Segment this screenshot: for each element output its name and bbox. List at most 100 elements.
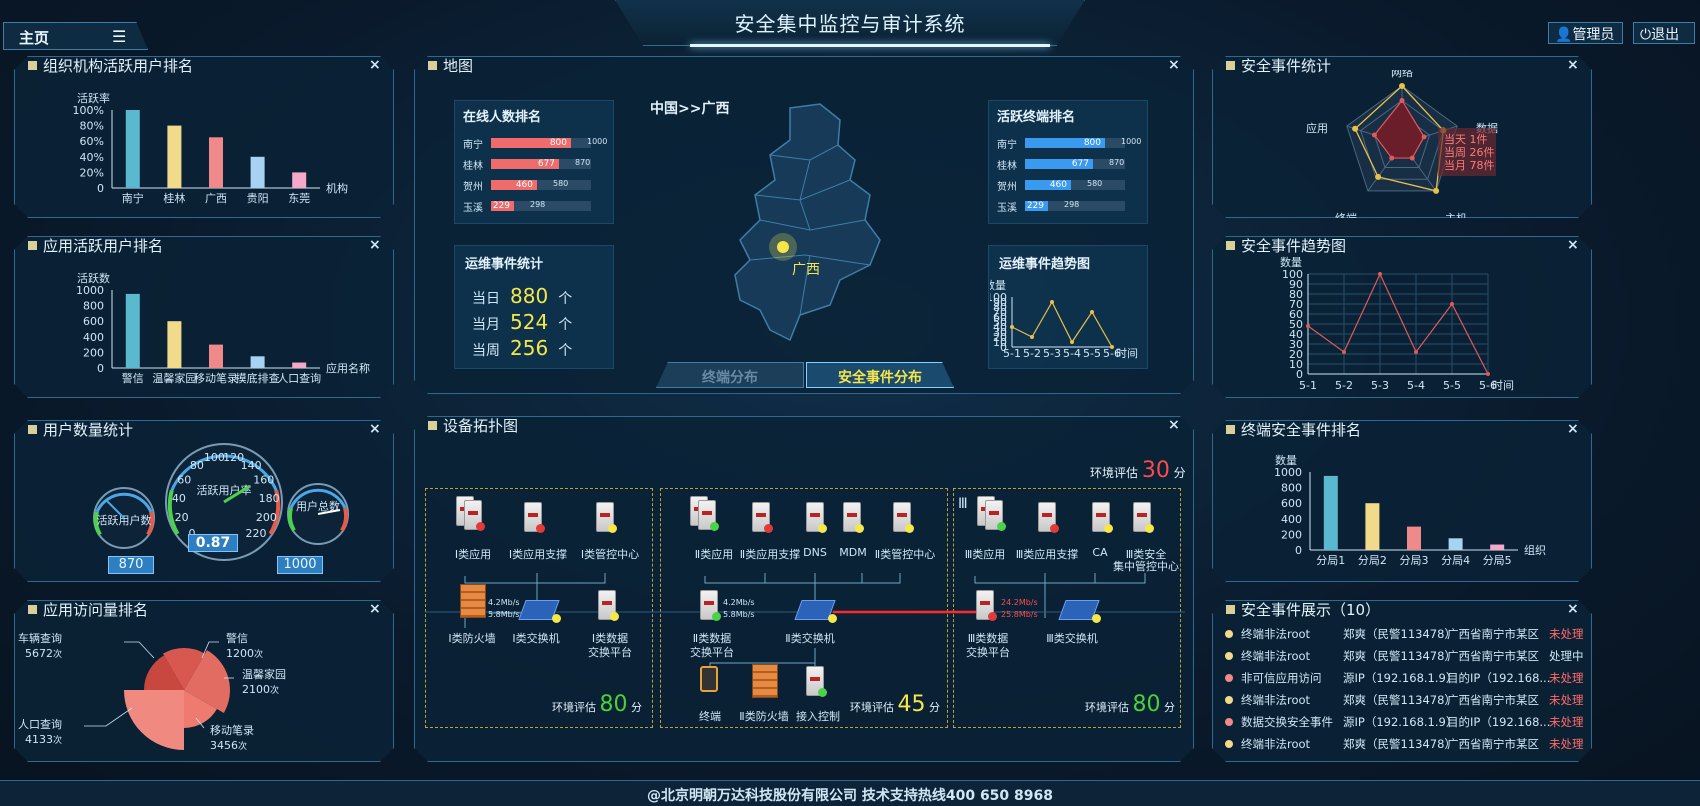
close-icon[interactable]: × (369, 57, 381, 73)
panel-title-topology: 设备拓扑图 (428, 415, 518, 436)
close-icon[interactable]: × (1168, 57, 1180, 73)
y-tick-label: 80% (80, 120, 104, 133)
y-tick-label: 200 (1281, 528, 1302, 541)
server-icon[interactable] (843, 502, 864, 533)
panel-title-map: 地图 (428, 55, 473, 76)
status-dot (1225, 718, 1233, 726)
tab-security-dist[interactable]: 安全事件分布 (806, 362, 954, 388)
x-tick-label: 分局5 (1483, 554, 1512, 567)
server-icon[interactable] (985, 500, 1006, 531)
gauge-tick-label: 160 (253, 473, 274, 486)
x-tick-label: 分局4 (1441, 554, 1470, 567)
x-tick-label: 5-4 (1407, 379, 1425, 392)
event-location: 目的IP（192.168... (1447, 671, 1551, 685)
gauge-tick-label: 20 (175, 511, 189, 524)
close-icon[interactable]: × (1567, 421, 1579, 437)
close-icon[interactable]: × (369, 601, 381, 617)
pie-label: 人口查询 (18, 717, 62, 731)
radar-point (1399, 98, 1405, 103)
gauge-right-value: 1000 (277, 556, 323, 574)
server-icon[interactable] (1133, 502, 1154, 533)
server-icon[interactable] (596, 502, 617, 533)
map-breadcrumb[interactable]: 中国>>广西 (650, 98, 729, 118)
status-dot (1225, 696, 1233, 704)
admin-button[interactable]: 👤管理员 (1548, 22, 1623, 44)
status-dot (1225, 630, 1233, 638)
panel-title-org-rank: 组织机构活跃用户排名 (28, 55, 193, 76)
device-label: 集中管控中心 (1113, 560, 1179, 573)
x-tick-label: 5-1 (1299, 379, 1317, 392)
x-tick-label: 南宁 (122, 191, 144, 205)
guangxi-map[interactable] (720, 100, 900, 360)
mobile-icon[interactable] (700, 666, 718, 692)
server-icon[interactable] (598, 590, 619, 621)
firewall-icon[interactable] (752, 664, 778, 698)
server-icon[interactable] (1092, 502, 1113, 533)
gauge-tick-label: 140 (241, 459, 262, 472)
radar-point (1421, 134, 1427, 140)
x-tick-label: 5-2 (1335, 379, 1353, 392)
terminal-rank-max: 580 (1087, 179, 1103, 188)
bar (1323, 475, 1338, 550)
logout-button[interactable]: ⏻退出 (1633, 22, 1695, 44)
server-icon[interactable] (464, 500, 485, 531)
gauge-tick-label: 220 (245, 527, 266, 540)
status-dot (552, 614, 561, 623)
y-tick-label: 400 (83, 331, 104, 344)
online-rank-bar: 800 (491, 138, 571, 148)
server-icon[interactable] (524, 502, 545, 533)
data-point (1378, 272, 1382, 276)
x-axis-label: 机构 (326, 181, 348, 195)
terminal-rank-bar: 229 (1025, 201, 1048, 211)
close-icon[interactable]: × (1567, 601, 1579, 617)
server-icon[interactable] (700, 590, 721, 621)
server-icon[interactable] (698, 500, 719, 531)
tab-home-label: 主页 (19, 29, 50, 47)
bar (1365, 503, 1380, 550)
online-rank-max: 298 (530, 200, 546, 209)
close-icon[interactable]: × (1168, 417, 1180, 433)
link-rate: 5.8Mb/s (488, 610, 520, 619)
series-line (1011, 300, 1113, 348)
panel-title-app-visit: 应用访问量排名 (28, 599, 148, 620)
y-tick-label: 400 (1281, 513, 1302, 526)
y-tick-label: 600 (1281, 497, 1302, 510)
tab-terminal-dist[interactable]: 终端分布 (656, 362, 804, 388)
menu-icon[interactable]: ☰ (112, 27, 126, 46)
header-glow-line (690, 44, 1050, 47)
close-icon[interactable]: × (369, 237, 381, 253)
server-icon[interactable] (976, 590, 997, 621)
tab-home[interactable]: 主页 ☰ (3, 22, 148, 50)
y-tick-label: 20% (80, 166, 104, 179)
map-city-label[interactable]: 广西 (792, 259, 820, 279)
device-label: Ⅱ类应用支撑 (739, 548, 801, 561)
admin-label: 管理员 (1572, 27, 1615, 43)
ops-stats-title: 运维事件统计 (465, 257, 544, 272)
bar (167, 125, 182, 188)
y-tick-label: 0 (97, 362, 104, 375)
server-icon[interactable] (752, 502, 773, 533)
bar (292, 172, 307, 188)
server-icon[interactable] (893, 502, 914, 533)
close-icon[interactable]: × (369, 421, 381, 437)
y-tick-label: 60% (80, 135, 104, 148)
event-source: 郑爽（民警113478） (1343, 737, 1456, 751)
server-icon[interactable] (806, 502, 827, 533)
radar-axis-label: 网络 (1391, 70, 1413, 79)
gauges: 活跃用户数用户总数020406080100120140160180200220活… (93, 443, 349, 561)
device-label: 交换平台 (690, 646, 734, 659)
radar-point (1409, 155, 1415, 161)
link-rate: 4.2Mb/s (723, 598, 755, 607)
bar (250, 156, 265, 188)
panel-title-app-rank: 应用活跃用户排名 (28, 235, 163, 256)
chart-term-rank: 数量10008006004002000分局1 分局2 分局3 分局4 分局5组织 (1274, 454, 1546, 567)
map-city-marker[interactable] (777, 241, 789, 253)
server-icon[interactable] (806, 666, 827, 697)
terminal-rank-bar: 800 (1025, 138, 1105, 148)
event-type: 数据交换安全事件 (1241, 715, 1333, 729)
bar (167, 321, 182, 368)
bar (1407, 526, 1421, 550)
server-icon[interactable] (1038, 502, 1059, 533)
firewall-icon[interactable] (460, 584, 486, 618)
close-icon[interactable]: × (1567, 237, 1579, 253)
